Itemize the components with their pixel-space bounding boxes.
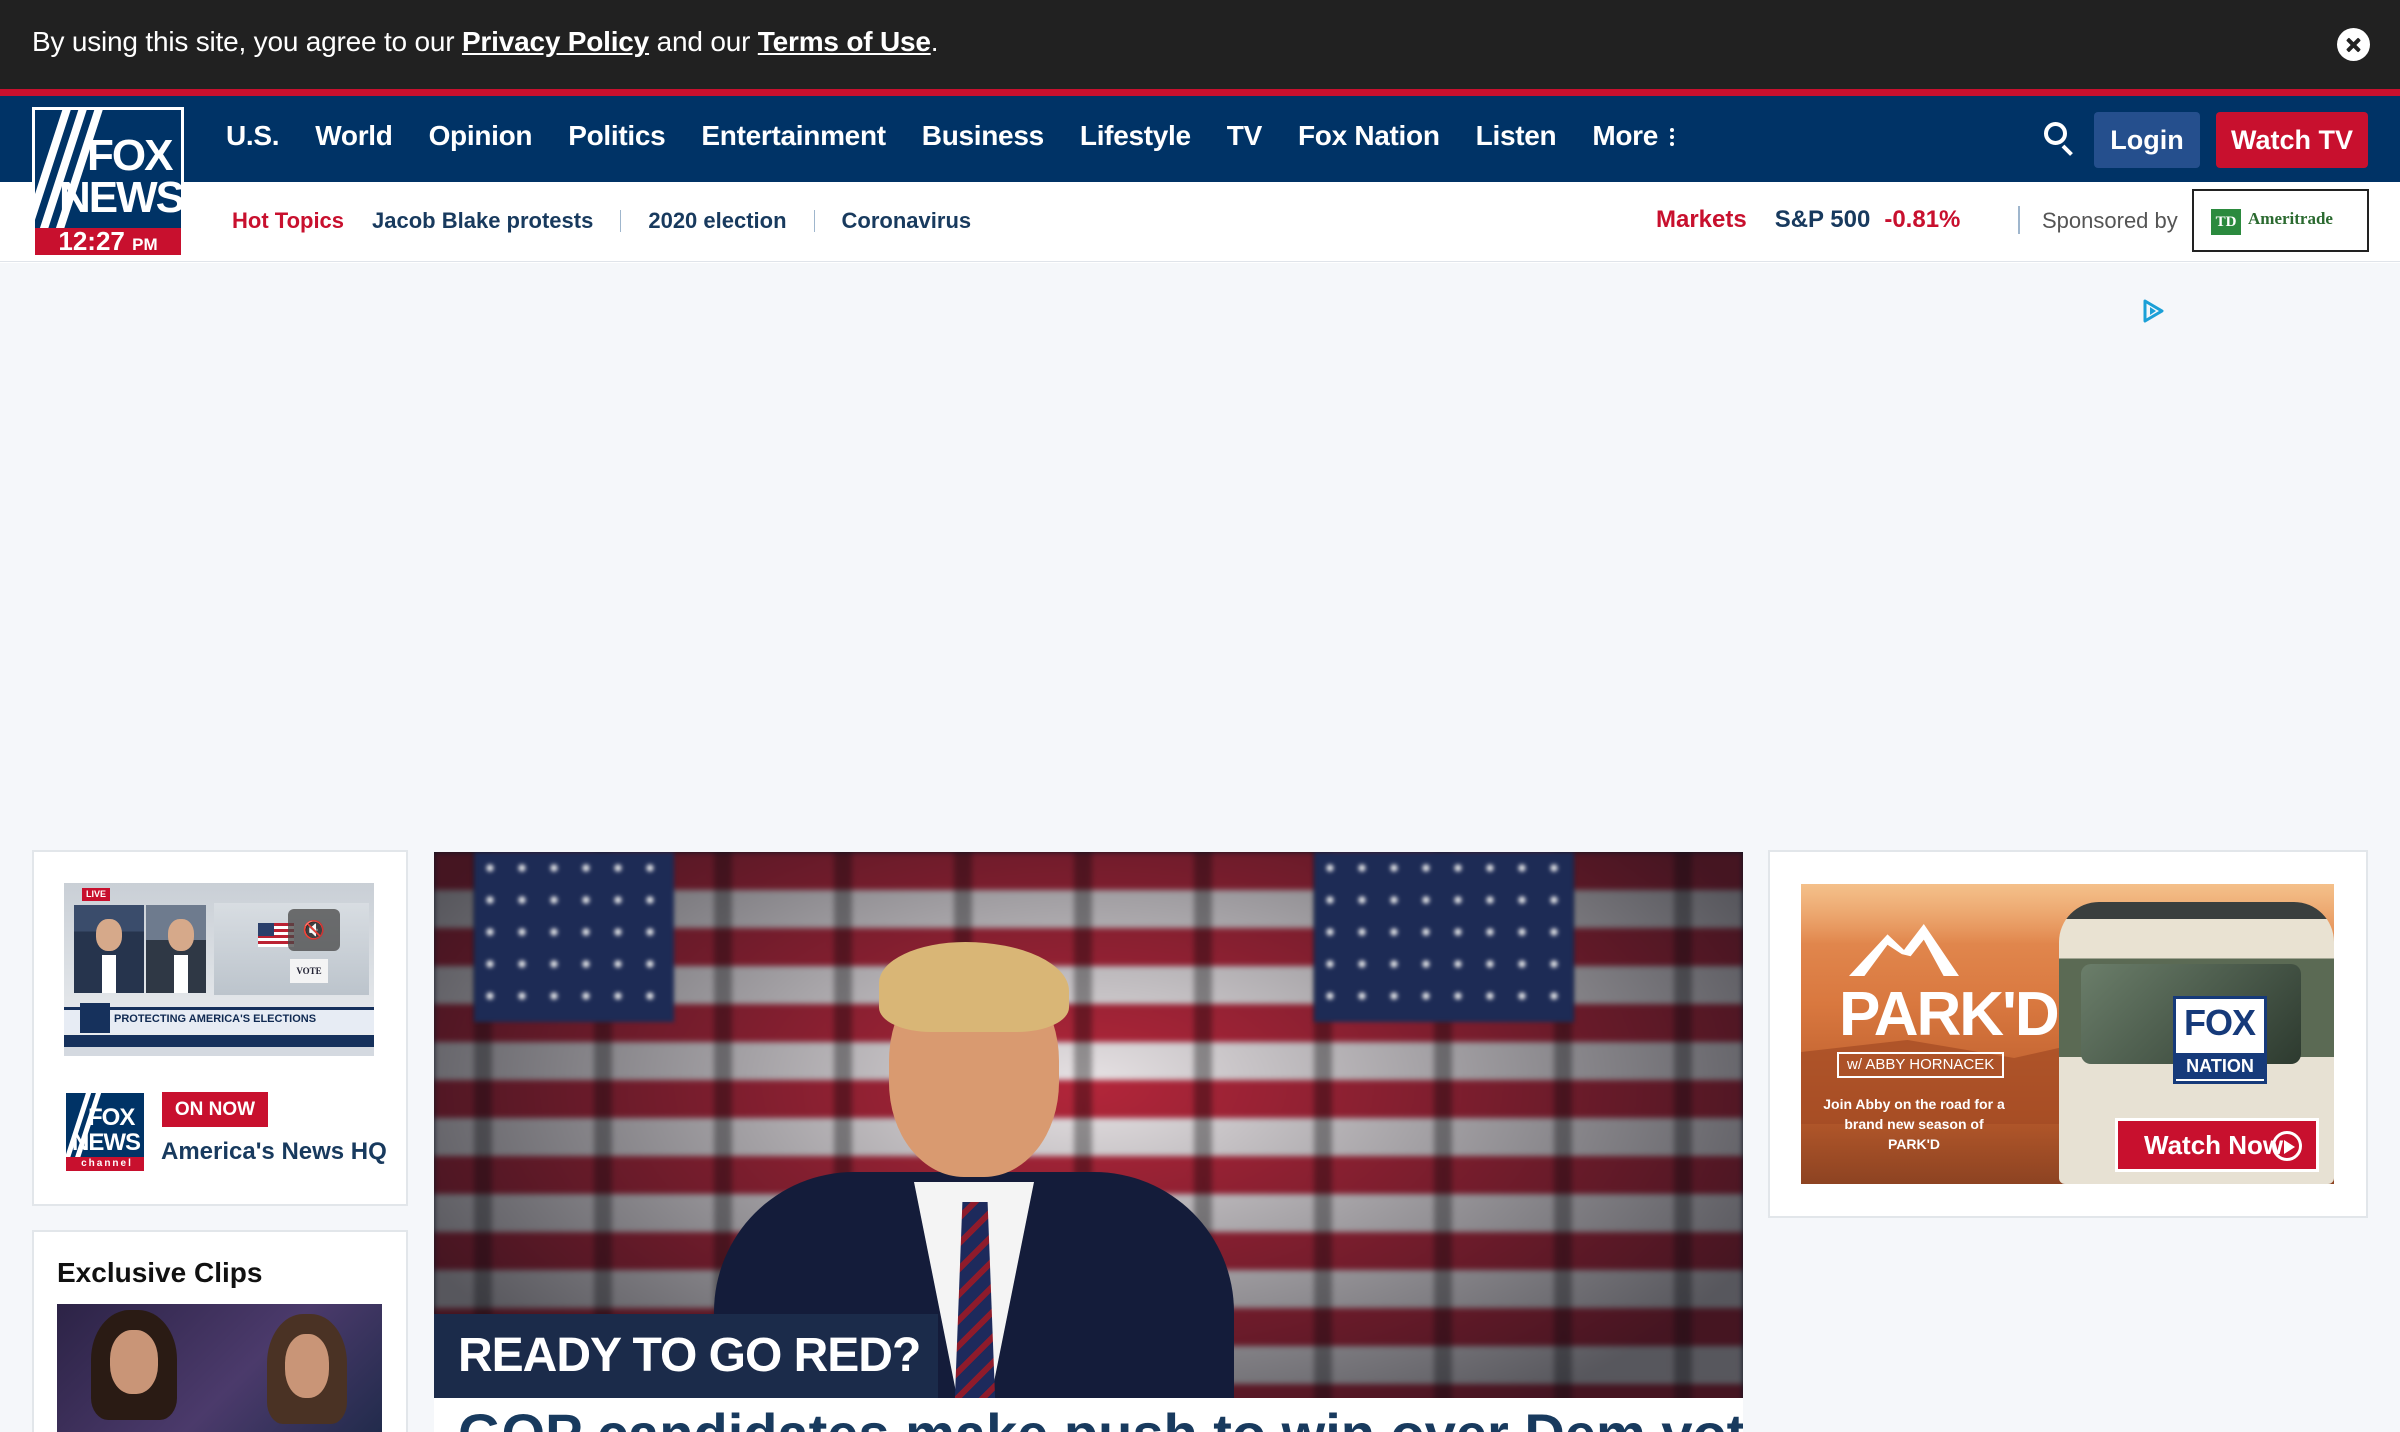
watch-now-button[interactable]: Watch Now (2115, 1118, 2319, 1172)
topic-link-2020-election[interactable]: 2020 election (648, 208, 786, 234)
nav-item-tv[interactable]: TV (1227, 120, 1262, 152)
divider (620, 210, 622, 232)
hero-headline[interactable]: GOP candidates make push to win over Dem… (434, 1398, 1743, 1432)
sponsor-name: Ameritrade (2248, 209, 2333, 228)
fox-nation-nation: NATION (2176, 1053, 2264, 1079)
show-name-link[interactable]: America's News HQ (161, 1138, 387, 1166)
clock-time: 12:27 (58, 226, 125, 256)
markets-label[interactable]: Markets (1656, 206, 1747, 234)
terms-of-use-link[interactable]: Terms of Use (758, 26, 931, 57)
person-image (91, 1310, 177, 1432)
fox-news-channel-logo[interactable]: FOX NEWS channel (64, 1091, 146, 1173)
hero-kicker[interactable]: READY TO GO RED? (434, 1314, 938, 1398)
close-icon[interactable] (2337, 28, 2370, 61)
consent-text: By using this site, you agree to our Pri… (32, 26, 939, 58)
person-image (267, 1314, 347, 1432)
fnc-news-text: NEWS (72, 1129, 141, 1156)
consent-prefix: By using this site, you agree to our (32, 26, 462, 57)
logo-fox-text: FOX (87, 131, 173, 180)
search-icon[interactable] (2044, 122, 2074, 156)
logo-box: FOX NEWS (35, 110, 181, 228)
flag-canton (474, 852, 674, 1022)
fnc-channel-text: channel (66, 1157, 144, 1171)
nav-item-more[interactable]: More (1592, 119, 1675, 152)
sponsored-by-label: Sponsored by (2042, 208, 2178, 233)
nav-item-business[interactable]: Business (922, 120, 1044, 152)
nav-item-opinion[interactable]: Opinion (429, 120, 533, 152)
fox-news-logo[interactable]: FOX NEWS 12:27 PM (32, 107, 184, 258)
anchor-image (146, 905, 206, 993)
watch-now-label: Watch Now (2144, 1130, 2284, 1160)
flag-canton (1314, 852, 1574, 1022)
news-ticker (64, 1047, 374, 1056)
promo-host: w/ ABBY HORNACEK (1837, 1052, 2005, 1078)
clip-thumbnail[interactable] (57, 1304, 382, 1432)
more-dots-icon (1670, 125, 1675, 149)
logo-news-text: NEWS (59, 173, 181, 222)
td-logo-box: TD (2211, 209, 2241, 235)
nav-item-us[interactable]: U.S. (226, 120, 280, 152)
hot-topics: Hot Topics Jacob Blake protests 2020 ele… (232, 208, 971, 234)
anchor-image (74, 905, 144, 993)
privacy-policy-link[interactable]: Privacy Policy (462, 26, 649, 57)
login-button[interactable]: Login (2094, 112, 2200, 168)
news-ticker (64, 1035, 374, 1047)
live-badge: LIVE (82, 888, 111, 901)
hero-headline-text: GOP candidates make push to win over Dem… (458, 1406, 1743, 1432)
nav-item-fox-nation[interactable]: Fox Nation (1298, 120, 1440, 152)
nav-item-politics[interactable]: Politics (568, 120, 665, 152)
consent-banner: By using this site, you agree to our Pri… (0, 0, 2400, 89)
td-ameritrade-logo[interactable]: TD Ameritrade (2192, 189, 2369, 252)
ad-banner-placeholder (0, 263, 2400, 827)
consent-suffix: . (930, 26, 939, 57)
index-name: S&P 500 (1774, 206, 1871, 233)
lower-third: PROTECTING AMERICA'S ELECTIONS (64, 1007, 374, 1033)
nav-item-lifestyle[interactable]: Lifestyle (1080, 120, 1191, 152)
parkd-promo-ad[interactable]: PARK'D w/ ABBY HORNACEK Join Abby on the… (1801, 884, 2334, 1184)
logo-clock: 12:27 PM (35, 228, 181, 255)
divider (813, 210, 815, 232)
adchoices-icon[interactable] (2141, 298, 2165, 324)
markets-ticker[interactable]: Markets S&P 500 -0.81% (1656, 206, 1960, 234)
channel-bug (80, 1003, 110, 1033)
mute-icon[interactable]: 🔇 (288, 909, 340, 951)
play-icon (2272, 1131, 2302, 1161)
exclusive-clips-title: Exclusive Clips (57, 1257, 263, 1288)
topic-link-jacob-blake[interactable]: Jacob Blake protests (372, 208, 593, 234)
hot-topics-label: Hot Topics (232, 208, 345, 233)
lower-third-text: PROTECTING AMERICA'S ELECTIONS (114, 1013, 317, 1025)
live-video-thumbnail[interactable]: LIVE VOTE 🔇 PROTECTING AMERICA'S ELECTIO… (64, 883, 374, 1056)
on-now-badge: ON NOW (162, 1092, 268, 1127)
fox-nation-logo: FOX NATION (2173, 996, 2267, 1084)
nav-menu: U.S. World Opinion Politics Entertainmen… (226, 89, 1710, 182)
promo-tagline: Join Abby on the road for a brand new se… (1823, 1096, 2005, 1152)
fox-nation-fox: FOX (2184, 1002, 2256, 1043)
nav-item-world[interactable]: World (315, 120, 393, 152)
consent-middle: and our (649, 26, 758, 57)
topic-link-coronavirus[interactable]: Coronavirus (842, 208, 972, 234)
more-label: More (1592, 119, 1659, 151)
clock-ampm: PM (132, 235, 158, 254)
divider (2018, 206, 2020, 234)
nav-item-entertainment[interactable]: Entertainment (701, 120, 886, 152)
mountain-icon (1849, 924, 1959, 976)
index-change: -0.81% (1884, 206, 1961, 233)
vote-sign: VOTE (290, 959, 328, 983)
fnc-fox-text: FOX (88, 1104, 135, 1131)
nav-item-listen[interactable]: Listen (1476, 120, 1557, 152)
watch-tv-button[interactable]: Watch TV (2216, 112, 2368, 168)
promo-title: PARK'D (1839, 980, 2060, 1049)
